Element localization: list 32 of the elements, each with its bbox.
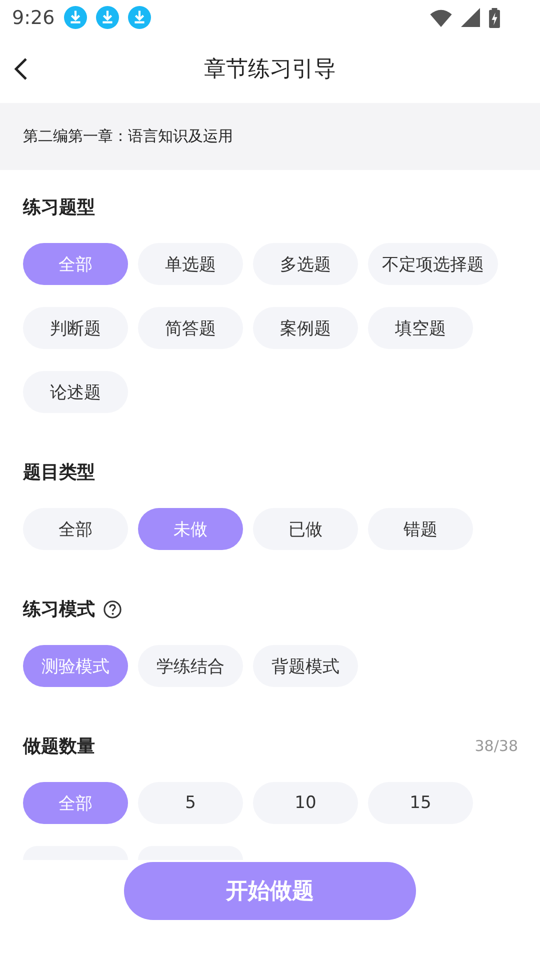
help-icon[interactable] — [103, 600, 122, 618]
option-chip[interactable]: 案例题 — [253, 307, 358, 349]
option-chip[interactable]: 背题模式 — [253, 645, 358, 687]
option-chip[interactable]: 多选题 — [253, 243, 358, 285]
option-chip[interactable]: 学练结合 — [138, 645, 243, 687]
option-chip[interactable]: 10 — [253, 782, 358, 824]
signal-icon — [461, 8, 480, 27]
option-chip[interactable]: 已做 — [253, 508, 358, 550]
chapter-name: 第二编第一章：语言知识及运用 — [23, 127, 233, 146]
download-icon — [128, 6, 151, 29]
option-chip[interactable]: 判断题 — [23, 307, 128, 349]
section-title: 题目类型 — [23, 461, 95, 484]
battery-icon — [489, 8, 500, 28]
option-chip[interactable]: 错题 — [368, 508, 473, 550]
download-icon — [64, 6, 87, 29]
option-chip[interactable]: 不定项选择题 — [368, 243, 498, 285]
option-chip[interactable]: 单选题 — [138, 243, 243, 285]
section-title: 做题数量 — [23, 735, 95, 758]
option-chip[interactable]: 简答题 — [138, 307, 243, 349]
download-icon — [96, 6, 119, 29]
wifi-icon — [430, 8, 452, 26]
page-title: 章节练习引导 — [204, 56, 336, 84]
section-title: 练习题型 — [23, 196, 95, 219]
option-chip[interactable]: 填空题 — [368, 307, 473, 349]
status-time: 9:26 — [12, 6, 55, 28]
option-chip[interactable]: 全部 — [23, 508, 128, 550]
question-count: 38/38 — [474, 737, 518, 755]
option-chip[interactable]: 论述题 — [23, 371, 128, 413]
section-title: 练习模式 — [23, 598, 95, 621]
back-icon[interactable] — [14, 57, 28, 81]
option-chip[interactable]: 5 — [138, 782, 243, 824]
option-chip[interactable]: 15 — [368, 782, 473, 824]
